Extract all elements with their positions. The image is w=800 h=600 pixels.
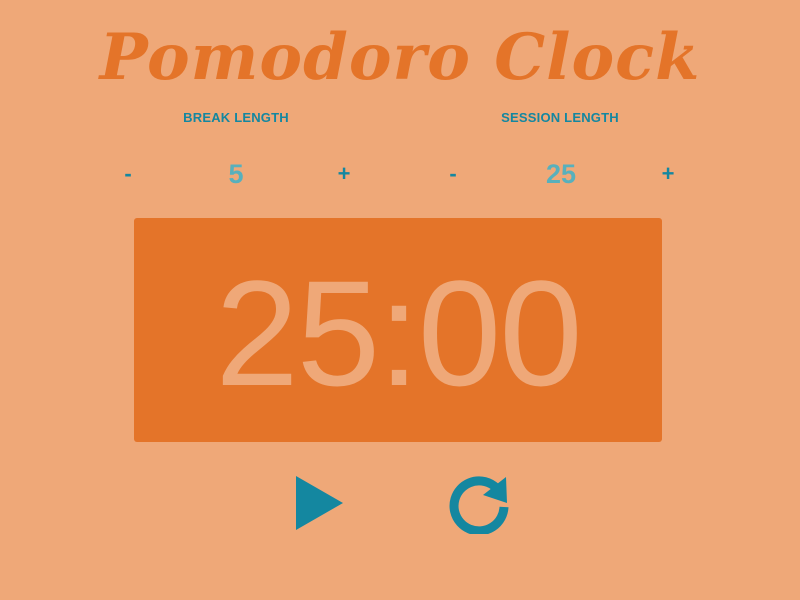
session-decrement-button[interactable]: - <box>433 156 473 192</box>
break-decrement-button[interactable]: - <box>108 156 148 192</box>
timer-display-panel: 25:00 <box>134 218 662 442</box>
play-button[interactable] <box>292 474 346 532</box>
reset-button[interactable] <box>445 470 513 534</box>
session-length-label: SESSION LENGTH <box>501 110 619 125</box>
play-icon <box>296 476 343 530</box>
break-length-label: BREAK LENGTH <box>183 110 289 125</box>
session-increment-button[interactable]: + <box>648 156 688 192</box>
break-increment-button[interactable]: + <box>324 156 364 192</box>
session-length-value: 25 <box>545 159 577 189</box>
break-length-value: 5 <box>228 159 244 189</box>
app-title: Pomodoro Clock <box>99 20 701 95</box>
reset-icon <box>449 476 509 534</box>
timer-display: 25:00 <box>215 249 582 417</box>
